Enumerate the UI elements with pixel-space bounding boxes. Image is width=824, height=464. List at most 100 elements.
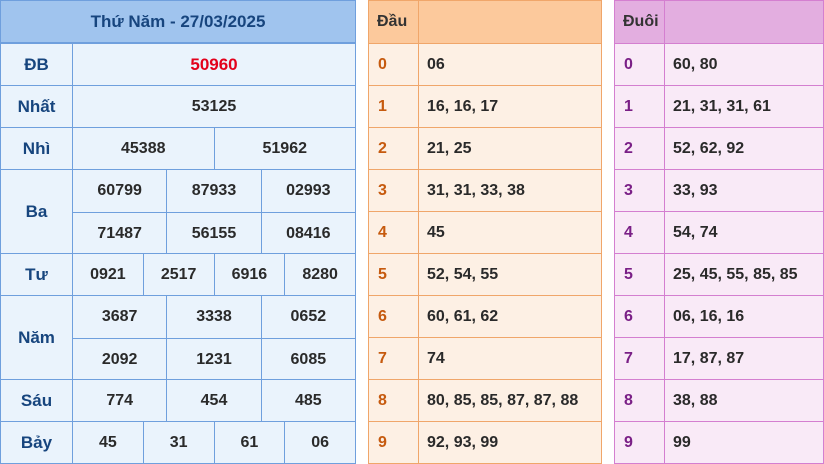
prize-number: 6916 xyxy=(213,254,285,296)
duoi-digit: 1 xyxy=(615,86,665,127)
prize-number: 61 xyxy=(213,422,285,464)
dau-digit: 8 xyxy=(369,380,419,421)
prize-row: ĐB 50960 xyxy=(1,43,355,85)
prize-number: 06 xyxy=(284,422,355,464)
prize-number: 60799 xyxy=(97,182,142,199)
duoi-row: 0 60, 80 xyxy=(615,43,823,85)
prize-values: 45 31 61 06 xyxy=(73,422,355,464)
dau-row: 0 06 xyxy=(369,43,601,85)
dau-digit: 7 xyxy=(369,338,419,379)
prize-label: ĐB xyxy=(1,44,73,85)
prize-number: 45388 xyxy=(121,140,166,157)
dau-row: 5 52, 54, 55 xyxy=(369,253,601,295)
duoi-digit: 6 xyxy=(615,296,665,337)
dau-digit: 1 xyxy=(369,86,419,127)
duoi-numbers: 52, 62, 92 xyxy=(673,139,745,157)
prize-line: 50960 xyxy=(73,44,355,86)
dau-header-label: Đầu xyxy=(369,1,419,43)
duoi-numbers: 33, 93 xyxy=(673,181,718,199)
prize-number: 56155 xyxy=(166,213,260,254)
prize-row: Năm 3687 3338 0652 2092 1231 6085 xyxy=(1,295,355,380)
prize-line: 45388 51962 xyxy=(73,128,355,170)
duoi-table: Đuôi 0 60, 80 1 21, 31, 31, 61 2 52, 62, 92 3 3… xyxy=(614,0,824,464)
dau-numbers: 31, 31, 33, 38 xyxy=(427,181,525,199)
prize-line: 2092 1231 6085 xyxy=(73,338,355,380)
dau-digit: 2 xyxy=(369,128,419,169)
prize-number: 1231 xyxy=(166,339,260,380)
prize-line: 45 31 61 06 xyxy=(73,422,355,464)
prize-number: 71487 xyxy=(97,224,142,242)
prize-row: Bảy 45 31 61 06 xyxy=(1,421,355,464)
draw-date-title: Thứ Năm - 27/03/2025 xyxy=(1,1,355,43)
dau-header: Đầu xyxy=(369,1,601,43)
duoi-row: 9 99 xyxy=(615,421,823,463)
duoi-row: 3 33, 93 xyxy=(615,169,823,211)
dau-numbers: 74 xyxy=(427,349,445,367)
dau-numbers: 60, 61, 62 xyxy=(427,307,499,325)
dau-digit: 6 xyxy=(369,296,419,337)
prize-number: 02993 xyxy=(260,170,355,212)
duoi-numbers: 21, 31, 31, 61 xyxy=(673,97,771,115)
duoi-row: 2 52, 62, 92 xyxy=(615,127,823,169)
duoi-numbers: 17, 87, 87 xyxy=(673,349,745,367)
prize-number: 454 xyxy=(166,380,260,422)
dau-numbers: 16, 16, 17 xyxy=(427,97,499,115)
prize-label: Sáu xyxy=(1,380,73,421)
prize-number: 31 xyxy=(142,422,214,464)
prize-number: 3338 xyxy=(166,296,260,338)
prize-line: 71487 56155 08416 xyxy=(73,212,355,254)
prize-values: 774 454 485 xyxy=(73,380,355,422)
dau-numbers: 52, 54, 55 xyxy=(427,265,499,283)
duoi-row: 7 17, 87, 87 xyxy=(615,337,823,379)
prize-number: 2517 xyxy=(142,254,214,296)
dau-row: 2 21, 25 xyxy=(369,127,601,169)
prize-row: Sáu 774 454 485 xyxy=(1,379,355,422)
prize-row: Nhì 45388 51962 xyxy=(1,127,355,170)
prize-number: 485 xyxy=(260,380,355,422)
dau-table: Đầu 0 06 1 16, 16, 17 2 21, 25 3 31, 31, 33, 38… xyxy=(368,0,602,464)
prize-number: 45 xyxy=(98,434,117,451)
prize-line: 60799 87933 02993 xyxy=(73,170,355,212)
duoi-numbers: 60, 80 xyxy=(673,55,718,73)
prize-label: Nhì xyxy=(1,128,73,169)
prize-line: 53125 xyxy=(73,86,355,128)
prize-label: Bảy xyxy=(1,422,73,463)
prize-number: 53125 xyxy=(191,98,237,115)
dau-numbers: 06 xyxy=(427,55,445,73)
prize-row: Tư 0921 2517 6916 8280 xyxy=(1,253,355,296)
prize-label: Tư xyxy=(1,254,73,295)
prize-line: 0921 2517 6916 8280 xyxy=(73,254,355,296)
prize-number: 6085 xyxy=(260,339,355,380)
prize-number: 0652 xyxy=(260,296,355,338)
prize-number: 3687 xyxy=(101,308,138,325)
prize-row: Ba 60799 87933 02993 71487 56155 08416 xyxy=(1,169,355,254)
duoi-row: 8 38, 88 xyxy=(615,379,823,421)
prize-values: 45388 51962 xyxy=(73,128,355,170)
prize-number: 2092 xyxy=(101,350,138,368)
prize-number: 8280 xyxy=(284,254,355,296)
duoi-digit: 2 xyxy=(615,128,665,169)
special-prize-number: 50960 xyxy=(190,55,238,74)
prize-values: 53125 xyxy=(73,86,355,127)
prize-values: 0921 2517 6916 8280 xyxy=(73,254,355,296)
prize-values: 50960 xyxy=(73,44,355,85)
prize-values: 60799 87933 02993 71487 56155 08416 xyxy=(73,170,355,254)
dau-row: 6 60, 61, 62 xyxy=(369,295,601,337)
duoi-digit: 3 xyxy=(615,170,665,211)
duoi-numbers: 99 xyxy=(673,433,691,451)
duoi-numbers: 25, 45, 55, 85, 85 xyxy=(673,265,798,283)
prize-number: 51962 xyxy=(213,128,356,170)
duoi-header-label: Đuôi xyxy=(615,1,665,43)
duoi-row: 6 06, 16, 16 xyxy=(615,295,823,337)
dau-row: 4 45 xyxy=(369,211,601,253)
results-table: Thứ Năm - 27/03/2025 ĐB 50960 Nhất 53125 Nhì… xyxy=(0,0,356,464)
duoi-numbers: 06, 16, 16 xyxy=(673,307,745,325)
dau-digit: 5 xyxy=(369,254,419,295)
duoi-digit: 8 xyxy=(615,380,665,421)
dau-digit: 9 xyxy=(369,422,419,463)
prize-line: 774 454 485 xyxy=(73,380,355,422)
duoi-row: 4 54, 74 xyxy=(615,211,823,253)
duoi-digit: 7 xyxy=(615,338,665,379)
duoi-row: 5 25, 45, 55, 85, 85 xyxy=(615,253,823,295)
duoi-row: 1 21, 31, 31, 61 xyxy=(615,85,823,127)
